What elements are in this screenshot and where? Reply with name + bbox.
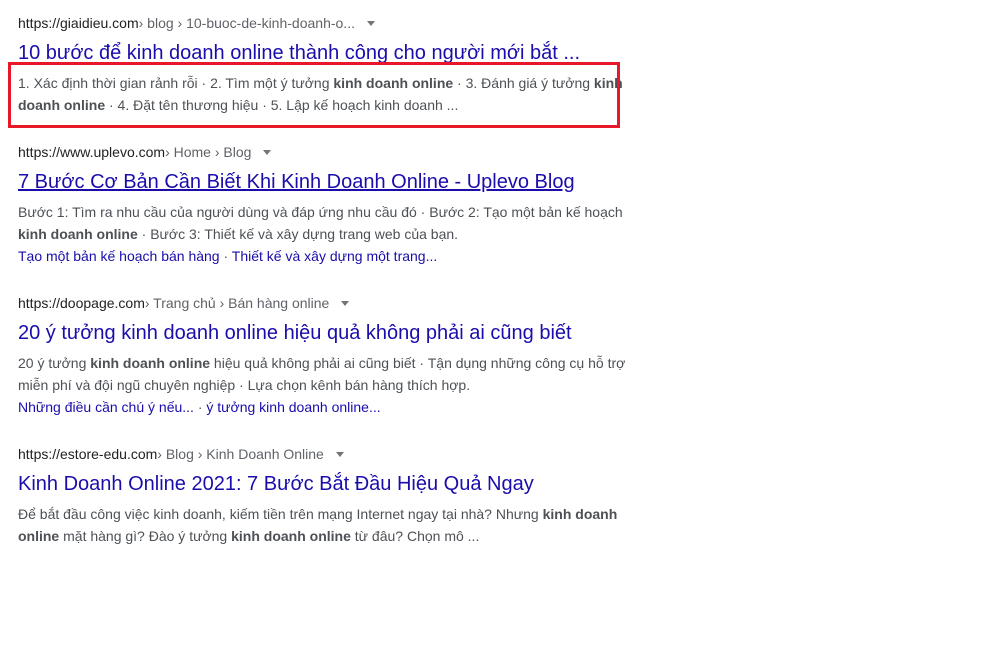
result-sitelinks: Tạo một bản kế hoạch bán hàng · Thiết kế… [18, 245, 628, 267]
result-cite: https://giaidieu.com › blog › 10-buoc-de… [18, 14, 628, 32]
search-results-page: https://giaidieu.com › blog › 10-buoc-de… [0, 0, 1000, 666]
result-breadcrumb: › Trang chủ › Bán hàng online [144, 295, 330, 311]
sitelink-separator: · [193, 399, 207, 415]
result-cite: https://www.uplevo.com › Home › Blog [18, 143, 628, 161]
result-snippet: 20 ý tưởng kinh doanh online hiệu quả kh… [18, 352, 628, 396]
search-result-doopage: https://doopage.com › Trang chủ › Bán hà… [18, 294, 628, 418]
snippet-text: 20 ý tưởng [18, 355, 91, 371]
result-cite: https://estore-edu.com › Blog › Kinh Doa… [18, 445, 628, 463]
result-title-link[interactable]: 7 Bước Cơ Bản Cần Biết Khi Kinh Doanh On… [18, 169, 628, 195]
snippet-keyword: kinh doanh online [18, 226, 138, 242]
result-title-link[interactable]: Kinh Doanh Online 2021: 7 Bước Bắt Đầu H… [18, 471, 628, 497]
result-breadcrumb: › blog › 10-buoc-de-kinh-doanh-o... [138, 15, 355, 31]
snippet-text: Bước 1: Tìm ra nhu cầu của người dùng và… [18, 204, 623, 220]
sitelink[interactable]: Tạo một bản kế hoạch bán hàng [18, 248, 220, 264]
result-cite: https://doopage.com › Trang chủ › Bán hà… [18, 294, 628, 312]
result-url[interactable]: https://doopage.com [18, 294, 145, 312]
chevron-down-icon[interactable] [366, 20, 375, 26]
sitelink[interactable]: Những điều cần chú ý nếu... [18, 399, 194, 415]
result-url[interactable]: https://estore-edu.com [18, 445, 157, 463]
chevron-down-icon[interactable] [335, 451, 344, 457]
result-sitelinks: Những điều cần chú ý nếu... · ý tưởng ki… [18, 396, 628, 418]
snippet-text: mặt hàng gì? Đào ý tưởng [59, 528, 232, 544]
snippet-text: từ đâu? Chọn mô ... [350, 528, 480, 544]
snippet-keyword: kinh doanh online [231, 528, 351, 544]
snippet-keyword: kinh doanh online [90, 355, 211, 371]
chevron-down-icon[interactable] [263, 149, 272, 155]
result-url[interactable]: https://www.uplevo.com [18, 143, 165, 161]
search-result-estore-edu: https://estore-edu.com › Blog › Kinh Doa… [18, 445, 628, 547]
result-title-link[interactable]: 20 ý tưởng kinh doanh online hiệu quả kh… [18, 320, 628, 346]
highlight-box [8, 62, 620, 128]
result-snippet: Bước 1: Tìm ra nhu cầu của người dùng và… [18, 201, 628, 245]
result-breadcrumb: › Home › Blog [165, 144, 252, 160]
result-breadcrumb: › Blog › Kinh Doanh Online [157, 446, 324, 462]
result-url[interactable]: https://giaidieu.com [18, 14, 139, 32]
snippet-text: · Bước 3: Thiết kế và xây dựng trang web… [137, 226, 459, 242]
snippet-text: Để bắt đầu công việc kinh doanh, kiếm ti… [18, 506, 543, 522]
chevron-down-icon[interactable] [341, 300, 350, 306]
sitelink-separator: · [219, 248, 232, 264]
sitelink[interactable]: ý tưởng kinh doanh online... [206, 399, 380, 415]
sitelink[interactable]: Thiết kế và xây dựng một trang... [232, 248, 437, 264]
search-result-uplevo: https://www.uplevo.com › Home › Blog 7 B… [18, 143, 628, 267]
result-snippet: Để bắt đầu công việc kinh doanh, kiếm ti… [18, 503, 628, 547]
